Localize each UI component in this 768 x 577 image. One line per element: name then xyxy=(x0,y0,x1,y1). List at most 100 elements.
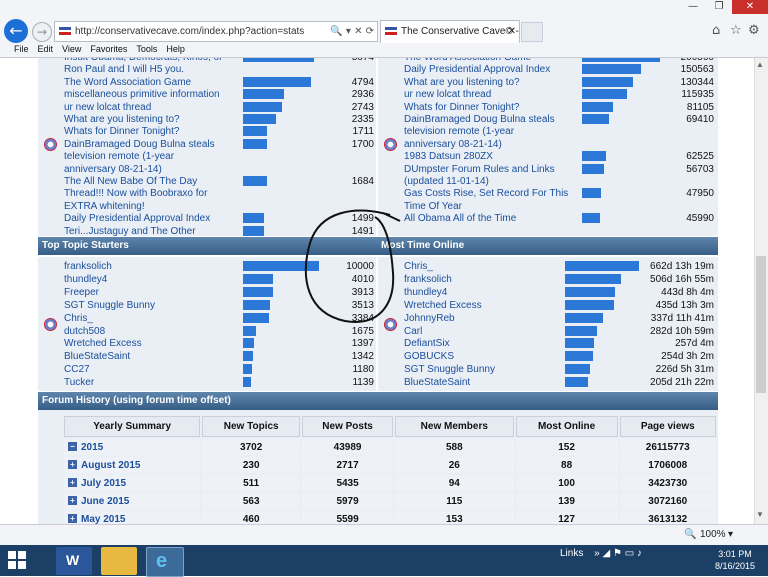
history-period-cell[interactable]: + June 2015 xyxy=(64,493,201,509)
starter-row-label[interactable]: franksolich xyxy=(64,260,112,273)
menu-view[interactable]: View xyxy=(62,42,81,57)
internet-explorer-icon[interactable]: e xyxy=(146,547,184,577)
new-tab-button[interactable] xyxy=(521,22,543,42)
online-row-label[interactable]: GOBUCKS xyxy=(404,350,454,363)
board-topic-row-label[interactable]: Ron Paul and I will H5 you. xyxy=(64,63,184,76)
scroll-up-arrow-icon[interactable]: ▲ xyxy=(756,60,764,69)
expand-icon[interactable]: + xyxy=(68,496,77,506)
viewed-topic-row-label[interactable]: 1983 Datsun 280ZX xyxy=(404,150,493,163)
menu-help[interactable]: Help xyxy=(166,42,185,57)
history-column-header: Most Online xyxy=(515,416,618,437)
board-topic-row-bar xyxy=(243,126,267,137)
starter-row-label[interactable]: thundley4 xyxy=(64,273,107,286)
board-topic-row-label[interactable]: DainBramaged Doug Bulna steals xyxy=(64,138,215,151)
history-row: + May 2015 460 5599 153 127 3613132 xyxy=(64,511,716,524)
home-icon[interactable]: ⌂ xyxy=(712,23,720,38)
menu-tools[interactable]: Tools xyxy=(136,42,157,57)
history-period-label[interactable]: May 2015 xyxy=(81,514,125,525)
viewed-topic-row-label[interactable]: Daily Presidential Approval Index xyxy=(404,63,550,76)
board-topic-row-label[interactable]: ur new lolcat thread xyxy=(64,101,151,114)
word-app-icon[interactable]: W xyxy=(56,547,92,575)
online-row: SGT Snuggle Bunny 226d 5h 31m xyxy=(404,363,714,376)
links-toolbar[interactable]: Links xyxy=(560,548,583,559)
minimize-button[interactable]: — xyxy=(680,0,706,14)
board-topic-row-value: 2335 xyxy=(351,114,374,125)
board-topic-row: ur new lolcat thread 2743 xyxy=(64,101,374,114)
close-tab-icon[interactable]: ✕ xyxy=(508,21,516,43)
viewed-topic-row-label[interactable]: DUmpster Forum Rules and Links xyxy=(404,163,555,176)
board-topic-row-label[interactable]: Teri...Justaguy and The Other xyxy=(64,225,196,238)
expand-icon[interactable]: + xyxy=(68,514,77,524)
expand-icon[interactable]: + xyxy=(68,460,77,470)
history-value-cell: 2717 xyxy=(302,457,393,473)
viewed-topic-row-label[interactable]: What are you listening to? xyxy=(404,76,520,89)
maximize-button[interactable]: ❐ xyxy=(706,0,732,14)
viewed-topic-row-label[interactable]: Gas Costs Rise, Set Record For This xyxy=(404,187,568,200)
board-topic-row-label[interactable]: Daily Presidential Approval Index xyxy=(64,212,210,225)
settings-gear-icon[interactable]: ⚙ xyxy=(748,23,760,38)
history-period-cell[interactable]: −2015 xyxy=(64,439,201,455)
online-row-label[interactable]: SGT Snuggle Bunny xyxy=(404,363,495,376)
starter-row-label[interactable]: Wretched Excess xyxy=(64,337,142,350)
forward-button[interactable]: → xyxy=(32,22,52,42)
windows-start-icon[interactable] xyxy=(8,551,26,569)
board-topic-row-label[interactable]: anniversary 08-21-14) xyxy=(64,163,162,176)
scroll-down-arrow-icon[interactable]: ▼ xyxy=(756,510,764,519)
menu-favorites[interactable]: Favorites xyxy=(90,42,127,57)
starter-row-label[interactable]: SGT Snuggle Bunny xyxy=(64,299,155,312)
history-period-cell[interactable]: + August 2015 xyxy=(64,457,201,473)
viewed-topic-row-label[interactable]: DainBramaged Doug Bulna steals xyxy=(404,113,555,126)
forum-history-table: Yearly Summary New Topics New Posts New Mem… xyxy=(62,414,718,524)
board-topic-row-label[interactable]: The All New Babe Of The Day xyxy=(64,175,197,188)
address-bar[interactable]: http://conservativecave.com/index.php?ac… xyxy=(54,21,378,42)
history-value-cell: 153 xyxy=(395,511,514,524)
starter-row-label[interactable]: dutch508 xyxy=(64,325,105,338)
favorites-star-icon[interactable]: ☆ xyxy=(730,23,742,38)
board-topic-row-label[interactable]: What are you listening to? xyxy=(64,113,180,126)
expand-icon[interactable]: + xyxy=(68,478,77,488)
history-period-label[interactable]: 2015 xyxy=(81,442,103,453)
history-period-label[interactable]: June 2015 xyxy=(81,496,129,507)
online-row-label[interactable]: Wretched Excess xyxy=(404,299,482,312)
collapse-icon[interactable]: − xyxy=(68,442,77,452)
handdrawn-circle-annotation xyxy=(304,209,401,323)
board-topic-row-label[interactable]: Whats for Dinner Tonight? xyxy=(64,125,179,138)
viewed-topic-row-label[interactable]: anniversary 08-21-14) xyxy=(404,138,502,151)
online-row-label[interactable]: BlueStateSaint xyxy=(404,376,470,389)
online-row-label[interactable]: DefiantSix xyxy=(404,337,450,350)
starter-row-label[interactable]: BlueStateSaint xyxy=(64,350,130,363)
history-period-label[interactable]: August 2015 xyxy=(81,460,140,471)
starter-row-bar xyxy=(243,338,254,349)
starter-row-label[interactable]: Tucker xyxy=(64,376,94,389)
file-explorer-icon[interactable] xyxy=(101,547,137,575)
history-period-label[interactable]: July 2015 xyxy=(81,478,126,489)
board-topic-row-label[interactable]: The Word Association Game xyxy=(64,76,191,89)
starter-row-label[interactable]: CC27 xyxy=(64,363,90,376)
history-value-cell: 5979 xyxy=(302,493,393,509)
viewed-topic-row-label[interactable]: ur new lolcat thread xyxy=(404,88,491,101)
tray-icons[interactable]: » ◢ ⚑ ▭ ♪ xyxy=(594,548,642,559)
board-topic-row-label[interactable]: EXTRA whitening! xyxy=(64,200,145,213)
starter-row-label[interactable]: Freeper xyxy=(64,286,99,299)
menu-file[interactable]: File xyxy=(14,42,29,57)
back-button[interactable]: ← xyxy=(4,19,28,43)
zoom-level[interactable]: 100% xyxy=(700,529,726,540)
clock[interactable]: 3:01 PM 8/16/2015 xyxy=(702,548,768,572)
viewed-topic-row-label[interactable]: Whats for Dinner Tonight? xyxy=(404,101,519,114)
history-period-cell[interactable]: + May 2015 xyxy=(64,511,201,525)
board-topic-row-label[interactable]: television remote (1-year xyxy=(64,150,174,163)
viewed-topic-row-label[interactable]: All Obama All of the Time xyxy=(404,212,516,225)
history-period-cell[interactable]: + July 2015 xyxy=(64,475,201,491)
zoom-dropdown-icon[interactable]: ▾ xyxy=(728,529,733,540)
menu-edit[interactable]: Edit xyxy=(38,42,54,57)
browser-tab[interactable]: The Conservative Cave© - ... ✕ xyxy=(380,20,520,43)
viewed-topic-row-label[interactable]: television remote (1-year xyxy=(404,125,514,138)
close-window-button[interactable]: ✕ xyxy=(732,0,768,14)
history-column-header: New Members xyxy=(395,416,514,437)
address-tools-icon[interactable]: 🔍 ▾ ✕ ⟳ xyxy=(330,22,374,41)
board-topic-row-label[interactable]: miscellaneous primitive information xyxy=(64,88,220,101)
board-topic-row-label[interactable]: Thread!!! Now with Boobraxo for xyxy=(64,187,207,200)
viewed-topic-row-label[interactable]: (updated 11-01-14) xyxy=(404,175,489,188)
starter-row-label[interactable]: Chris_ xyxy=(64,312,93,325)
scrollbar-thumb[interactable] xyxy=(756,256,766,393)
